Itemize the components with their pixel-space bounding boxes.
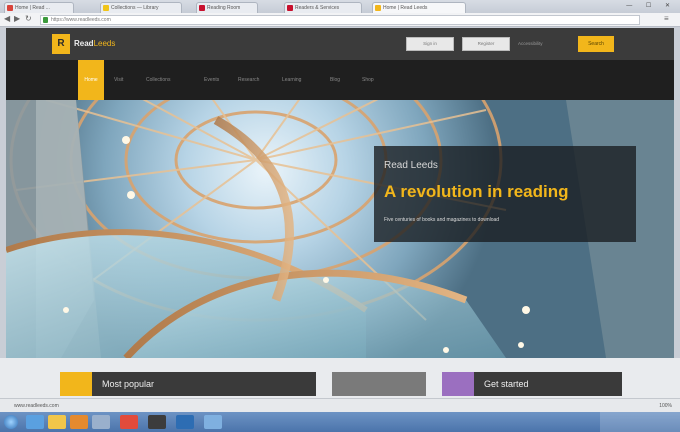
address-bar: ◀ ▶ ↻ https://www.readleeds.com ≡ (0, 13, 680, 27)
back-icon[interactable]: ◀ (4, 14, 10, 23)
sign-in-button[interactable]: Sign in (406, 37, 454, 51)
nav-item-blog[interactable]: Blog (330, 60, 340, 100)
start-icon[interactable] (4, 415, 18, 429)
terminal-icon[interactable] (148, 415, 166, 429)
tab-favicon-icon (7, 5, 13, 11)
browser-tab[interactable]: Readers & Services (284, 2, 362, 13)
tab-label: Reading Room (207, 5, 241, 11)
hero-kicker: Read Leeds (384, 160, 438, 171)
tile-middle[interactable] (332, 372, 426, 396)
nav-item-events[interactable]: Events (204, 60, 219, 100)
tile-accent (60, 372, 92, 396)
browser-tab-active[interactable]: Home | Read Leeds (372, 2, 466, 13)
nav-item-shop[interactable]: Shop (362, 60, 374, 100)
tile-label: Get started (484, 379, 529, 389)
feature-tiles: Most popular Get started (0, 358, 680, 398)
browser-tab[interactable]: Collections — Library (100, 2, 182, 13)
tab-favicon-icon (199, 5, 205, 11)
app-icon[interactable] (92, 415, 110, 429)
logo-mark[interactable]: R (52, 34, 70, 54)
url-text: https://www.readleeds.com (51, 17, 111, 23)
folder-icon[interactable] (48, 415, 66, 429)
tab-label: Home | Read Leeds (383, 5, 428, 11)
window-controls[interactable]: — ☐ ✕ (626, 2, 676, 9)
search-button[interactable]: Search (578, 36, 614, 52)
tab-label: Readers & Services (295, 5, 340, 11)
tile-most-popular[interactable]: Most popular (92, 372, 316, 396)
reload-icon[interactable]: ↻ (25, 14, 32, 23)
tab-favicon-icon (287, 5, 293, 11)
chrome-icon[interactable] (120, 415, 138, 429)
menu-icon[interactable]: ≡ (664, 14, 669, 23)
zoom-level[interactable]: 100% (659, 403, 672, 409)
tab-label: Collections — Library (111, 5, 159, 11)
ie-icon[interactable] (26, 415, 44, 429)
system-tray[interactable] (600, 412, 680, 432)
browser-tab[interactable]: Reading Room (196, 2, 258, 13)
nav-item-home[interactable]: Home (78, 60, 104, 100)
hero-banner[interactable]: Read Leeds A revolution in reading Five … (6, 100, 674, 358)
tile-label: Most popular (102, 379, 155, 389)
accessibility-link[interactable]: Accessibility (518, 41, 543, 46)
nav-item-visit[interactable]: Visit (114, 60, 123, 100)
status-url: www.readleeds.com (14, 403, 59, 409)
nav-item-collections[interactable]: Collections (146, 60, 170, 100)
tab-label: Home | Read ... (15, 5, 50, 11)
browser-tab[interactable]: Home | Read ... (4, 2, 74, 13)
word-icon[interactable] (176, 415, 194, 429)
site-header: R ReadLeeds Sign in Register Accessibili… (6, 28, 674, 60)
browser-status-bar: www.readleeds.com 100% (0, 398, 680, 412)
main-nav: Home Visit Collections Events Research L… (6, 60, 674, 100)
os-taskbar (0, 412, 680, 432)
register-button[interactable]: Register (462, 37, 510, 51)
hero-subtitle: Five centuries of books and magazines to… (384, 217, 500, 223)
media-icon[interactable] (70, 415, 88, 429)
forward-icon[interactable]: ▶ (14, 14, 20, 23)
logo-accent: Leeds (93, 39, 116, 48)
tab-favicon-icon (103, 5, 109, 11)
app-icon[interactable] (204, 415, 222, 429)
hero-callout: Read Leeds A revolution in reading Five … (374, 146, 636, 242)
lock-icon (43, 17, 48, 23)
hero-title: A revolution in reading (384, 182, 569, 201)
tile-get-started[interactable]: Get started (474, 372, 622, 396)
tile-accent (442, 372, 474, 396)
nav-item-research[interactable]: Research (238, 60, 259, 100)
nav-item-learning[interactable]: Learning (282, 60, 301, 100)
tab-favicon-icon (375, 5, 381, 11)
logo-wordmark[interactable]: ReadLeeds (74, 39, 115, 48)
logo-name: Read (74, 39, 94, 48)
browser-tab-strip: Home | Read ... Collections — Library Re… (0, 0, 680, 13)
url-input[interactable]: https://www.readleeds.com (40, 15, 640, 25)
